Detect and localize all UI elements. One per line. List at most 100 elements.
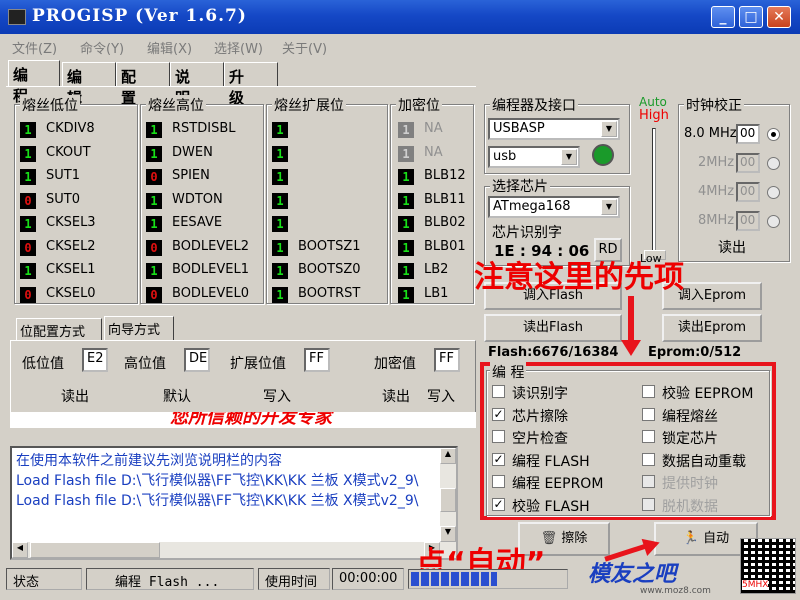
fuse-bit-toggle[interactable]: 0 [146,169,162,185]
fuse-bit-toggle[interactable]: 1 [146,122,162,138]
option-checkbox[interactable]: ✓ [492,452,505,466]
fuse-bit-toggle[interactable]: 1 [20,145,36,162]
chevron-down-icon[interactable]: ▼ [561,149,577,165]
write-lock-button[interactable]: 写入 [420,384,462,410]
option-checkbox[interactable] [492,385,505,398]
banner-text: 您所信赖的开发专家 [170,412,332,428]
close-button[interactable]: ✕ [767,6,791,28]
chevron-down-icon[interactable]: ▼ [601,199,617,215]
window-title: PROGISP (Ver 1.6.7) [32,6,247,26]
fuse-bit-toggle[interactable]: 1 [398,263,414,279]
fuse-bit-toggle[interactable]: 0 [20,239,36,256]
tab-upgrade[interactable]: 升 级 [224,62,278,107]
option-checkbox[interactable]: ✓ [492,407,505,421]
slider-track[interactable] [652,128,656,258]
fuse-bit-toggle[interactable]: 1 [272,192,288,209]
clock-radio[interactable] [767,128,780,141]
fuse-bit-toggle[interactable]: 1 [272,145,288,162]
option-checkbox[interactable] [492,430,505,444]
fuse-bit-toggle[interactable]: 1 [272,239,288,256]
fuse-bit-toggle[interactable]: 1 [398,216,414,232]
option-checkbox[interactable] [642,498,655,511]
fuse-bit-toggle[interactable]: 1 [146,192,162,209]
port-select[interactable]: usb ▼ [488,146,580,168]
fuse-bit-toggle[interactable]: 1 [272,122,288,138]
option-checkbox[interactable] [642,430,655,444]
clock-cal-input[interactable]: 00 [736,182,760,202]
fuse-bit-toggle[interactable]: 1 [20,263,36,279]
tab-program[interactable]: 编 程 [8,60,60,105]
tab-edit[interactable]: 编 辑 [62,62,116,107]
ext-value-input[interactable]: FF [304,348,330,372]
read-lock-button[interactable]: 读出 [372,384,420,410]
menu-edit[interactable]: 编辑(X) [147,38,192,57]
default-fuses-button[interactable]: 默认 [132,384,222,410]
menu-about[interactable]: 关于(V) [282,38,327,57]
chip-select[interactable]: ATmega168 ▼ [488,196,620,218]
fuse-bit-toggle[interactable]: 0 [146,286,162,303]
scroll-up-icon[interactable]: ▲ [440,448,456,464]
fuse-bit-toggle[interactable]: 0 [20,286,36,303]
lock-value-input[interactable]: FF [434,348,460,372]
option-checkbox[interactable] [642,452,655,466]
fuse-bit-toggle[interactable]: 1 [272,286,288,303]
tab-help[interactable]: 说 明 [170,62,224,107]
fuse-bit-toggle[interactable]: 1 [272,216,288,232]
high-value-input[interactable]: DE [184,348,210,372]
programmer-select[interactable]: USBASP ▼ [488,118,620,140]
fuse-bit-toggle[interactable]: 1 [398,169,414,185]
fuse-bit-toggle[interactable]: 1 [20,216,36,232]
time-value: 00:00:00 [332,568,404,590]
read-flash-button[interactable]: 读出Flash [484,314,622,342]
fuse-bit-toggle[interactable]: 1 [272,263,288,279]
read-fuses-button[interactable]: 读出 [30,384,120,410]
log-hscrollbar[interactable]: ◀ ▶ [12,542,440,558]
fuse-bit-toggle[interactable]: 1 [272,169,288,185]
option-checkbox[interactable] [642,475,655,489]
fuse-bit-toggle[interactable]: 1 [398,145,414,162]
fuse-bit-label: LB1 [424,285,449,301]
read-eprom-button[interactable]: 读出Eprom [662,314,762,342]
fuse-bit-toggle[interactable]: 1 [398,122,414,138]
annotation-arrow-head [621,340,641,356]
menu-select[interactable]: 选择(W) [214,38,263,57]
option-checkbox[interactable] [642,407,655,421]
status-label: 状态 [6,568,82,590]
fuse-bit-toggle[interactable]: 1 [146,263,162,279]
clock-radio[interactable] [767,157,780,170]
clock-read-button[interactable]: 读出 [700,238,764,258]
tab-wizard[interactable]: 向导方式 [104,316,174,340]
clock-cal-input[interactable]: 00 [736,124,760,144]
low-value-input[interactable]: E2 [82,348,108,372]
chevron-down-icon[interactable]: ▼ [601,121,617,137]
clock-cal-input[interactable]: 00 [736,211,760,231]
hscroll-thumb[interactable] [30,542,160,558]
fuse-bit-toggle[interactable]: 0 [20,192,36,209]
fuse-bit-toggle[interactable]: 1 [20,122,36,138]
clock-radio[interactable] [767,186,780,199]
option-checkbox[interactable] [492,475,505,489]
maximize-button[interactable]: □ [739,6,763,28]
fuse-bit-toggle[interactable]: 1 [398,239,414,256]
fuse-bit-toggle[interactable]: 1 [398,192,414,209]
fuse-bit-toggle[interactable]: 1 [20,169,36,185]
scroll-thumb[interactable] [440,488,456,512]
fuse-bit-label: CKSEL3 [46,215,96,230]
tab-config[interactable]: 配 置 [116,62,170,107]
clock-radio[interactable] [767,215,780,228]
menu-command[interactable]: 命令(Y) [80,38,124,57]
fuse-bit-toggle[interactable]: 1 [146,145,162,162]
fuse-bit-toggle[interactable]: 1 [146,216,162,232]
option-checkbox[interactable] [642,385,655,398]
clock-cal-input[interactable]: 00 [736,153,760,173]
option-checkbox[interactable]: ✓ [492,498,505,511]
log-box[interactable]: 在使用本软件之前建议先浏览说明栏的内容 Load Flash file D:\飞… [10,446,458,560]
fuse-bit-label: RSTDISBL [172,121,236,136]
fuse-bit-toggle[interactable]: 0 [146,239,162,256]
tab-bit-config[interactable]: 位配置方式 [16,318,102,340]
minimize-button[interactable]: _ [711,6,735,28]
fuse-bit-toggle[interactable]: 1 [398,286,414,303]
scroll-left-icon[interactable]: ◀ [12,542,28,558]
menu-file[interactable]: 文件(Z) [12,38,57,57]
write-fuses-button[interactable]: 写入 [232,384,322,410]
